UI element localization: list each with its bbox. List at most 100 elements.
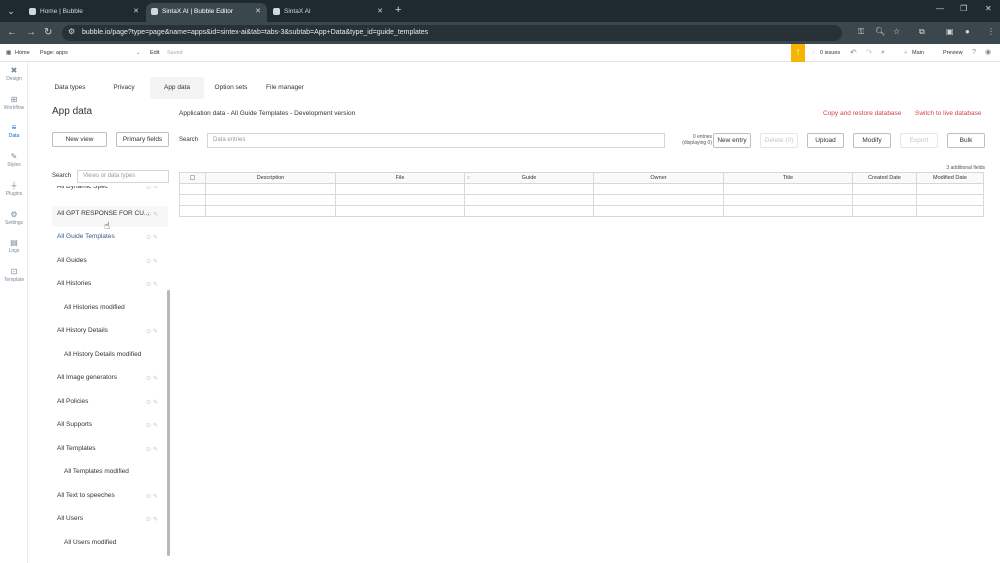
bookmark-star-icon[interactable]: ☆	[893, 27, 900, 36]
edit-pencil-icon[interactable]: ✎	[153, 186, 160, 191]
edit-pencil-icon[interactable]: ✎	[153, 494, 160, 500]
table-cell[interactable]	[593, 183, 724, 195]
table-cell[interactable]	[179, 194, 206, 206]
search-icon[interactable]: ⌕	[881, 44, 885, 62]
column-header[interactable]: Modified Date	[916, 172, 984, 184]
table-cell[interactable]	[205, 183, 336, 195]
column-header[interactable]: Title	[723, 172, 853, 184]
tab-app-data[interactable]: App data	[150, 77, 204, 99]
types-search-input[interactable]: Views or data types	[77, 170, 169, 183]
browser-menu-icon[interactable]: ⋮	[987, 27, 995, 36]
table-cell[interactable]	[593, 194, 724, 206]
table-cell[interactable]	[723, 205, 853, 217]
rail-item-data[interactable]: ≡ Data	[0, 123, 28, 140]
table-cell[interactable]	[593, 205, 724, 217]
data-type-item[interactable]: All Supports	[57, 421, 92, 428]
data-type-item[interactable]: All Guide Templates	[57, 233, 115, 240]
table-cell[interactable]	[464, 183, 594, 195]
password-key-icon[interactable]: ⚿	[858, 27, 864, 37]
view-icon[interactable]: ⊙	[146, 376, 153, 382]
edit-pencil-icon[interactable]: ✎	[153, 423, 160, 429]
tab-option-sets[interactable]: Option sets	[205, 77, 257, 99]
column-header[interactable]: Owner	[593, 172, 724, 184]
rail-item-logs[interactable]: ▤ Logs	[0, 238, 28, 255]
types-scrollbar[interactable]	[167, 290, 170, 556]
table-cell[interactable]	[179, 183, 206, 195]
edit-pencil-icon[interactable]: ✎	[153, 447, 160, 453]
data-type-item[interactable]: All Histories	[57, 280, 91, 287]
tab-search-icon[interactable]: ⌄	[4, 4, 18, 18]
view-icon[interactable]: ⊙	[146, 400, 153, 406]
copy-restore-link[interactable]: Copy and restore database	[823, 110, 901, 117]
table-cell[interactable]	[205, 205, 336, 217]
table-cell[interactable]	[723, 194, 853, 206]
rail-item-template[interactable]: ⊡ Template	[0, 267, 28, 284]
edit-pencil-icon[interactable]: ✎	[153, 259, 160, 265]
column-header[interactable]: Created Date	[852, 172, 917, 184]
rail-item-design[interactable]: ✖ Design	[0, 66, 28, 83]
data-type-item[interactable]: All Image generators	[57, 374, 117, 381]
preview-button[interactable]: Preview	[943, 44, 963, 62]
additional-fields-label[interactable]: 3 additional fields	[900, 165, 985, 171]
table-cell[interactable]	[464, 205, 594, 217]
chevron-down-icon[interactable]: ⌄	[136, 44, 141, 62]
view-icon[interactable]: ⊙	[146, 329, 153, 335]
edit-menu[interactable]: Edit	[150, 44, 159, 62]
edit-pencil-icon[interactable]: ✎	[153, 400, 160, 406]
address-bar[interactable]: ⚙ bubble.io/page?type=page&name=apps&id=…	[62, 25, 842, 41]
browser-tab[interactable]: SintaX AI | Bubble Editor ✕	[146, 3, 267, 22]
data-view-item[interactable]: All Users modified	[64, 539, 116, 546]
view-icon[interactable]: ⊙	[146, 212, 153, 218]
browser-tab[interactable]: SintaX AI ✕	[268, 3, 389, 22]
table-cell[interactable]	[723, 183, 853, 195]
new-view-button[interactable]: New view	[52, 132, 107, 147]
tab-file-manager[interactable]: File manager	[259, 77, 311, 99]
entries-search-input[interactable]: Data entries	[207, 133, 665, 148]
table-cell[interactable]	[179, 205, 206, 217]
table-cell[interactable]	[464, 194, 594, 206]
data-view-item[interactable]: All History Details modified	[64, 351, 141, 358]
data-type-item[interactable]: All Text to speeches	[57, 492, 115, 499]
data-type-item[interactable]: All Users	[57, 515, 83, 522]
rail-item-styles[interactable]: ✎ Styles	[0, 152, 28, 169]
close-tab-icon[interactable]: ✕	[133, 3, 139, 20]
profile-icon[interactable]: ●	[965, 27, 970, 36]
data-type-item[interactable]: All Templates	[57, 445, 96, 452]
switch-live-link[interactable]: Switch to live database	[915, 110, 981, 117]
edit-pencil-icon[interactable]: ✎	[153, 212, 160, 218]
table-cell[interactable]	[916, 183, 984, 195]
new-tab-button[interactable]: +	[395, 3, 401, 17]
undo-icon[interactable]: ↶	[850, 44, 857, 62]
view-icon[interactable]: ⊙	[146, 517, 153, 523]
column-header[interactable]: Description	[205, 172, 336, 184]
edit-pencil-icon[interactable]: ✎	[153, 376, 160, 382]
bulk-button[interactable]: Bulk	[947, 133, 985, 148]
browser-tab[interactable]: Home | Bubble ✕	[24, 3, 145, 22]
table-cell[interactable]	[335, 183, 465, 195]
rail-item-settings[interactable]: ⚙ Settings	[0, 210, 28, 227]
warning-icon[interactable]: !	[791, 44, 805, 62]
reload-icon[interactable]: ↻	[44, 26, 52, 40]
restore-icon[interactable]: ❐	[960, 4, 967, 13]
edit-pencil-icon[interactable]: ✎	[153, 235, 160, 241]
issues-count[interactable]: 0 issues	[820, 44, 840, 62]
table-cell[interactable]	[335, 194, 465, 206]
table-cell[interactable]	[205, 194, 336, 206]
table-cell[interactable]	[335, 205, 465, 217]
site-info-icon[interactable]: ⚙	[68, 27, 75, 36]
rail-item-workflow[interactable]: ⊞ Workflow	[0, 95, 28, 112]
edit-pencil-icon[interactable]: ✎	[153, 517, 160, 523]
close-tab-icon[interactable]: ✕	[255, 3, 261, 20]
search-icon[interactable]: ⌕	[467, 175, 470, 182]
data-view-item[interactable]: All Histories modified	[64, 304, 125, 311]
view-icon[interactable]: ⊙	[146, 235, 153, 241]
minimize-icon[interactable]: —	[936, 4, 944, 13]
view-icon[interactable]: ⊙	[146, 259, 153, 265]
forward-icon[interactable]: →	[26, 26, 36, 40]
table-cell[interactable]	[852, 194, 917, 206]
home-link[interactable]: Home	[15, 44, 30, 62]
select-all-checkbox[interactable]	[190, 174, 195, 180]
tab-data-types[interactable]: Data types	[44, 77, 96, 99]
help-icon[interactable]: ?	[972, 44, 976, 62]
branch-selector[interactable]: Main	[912, 44, 924, 62]
